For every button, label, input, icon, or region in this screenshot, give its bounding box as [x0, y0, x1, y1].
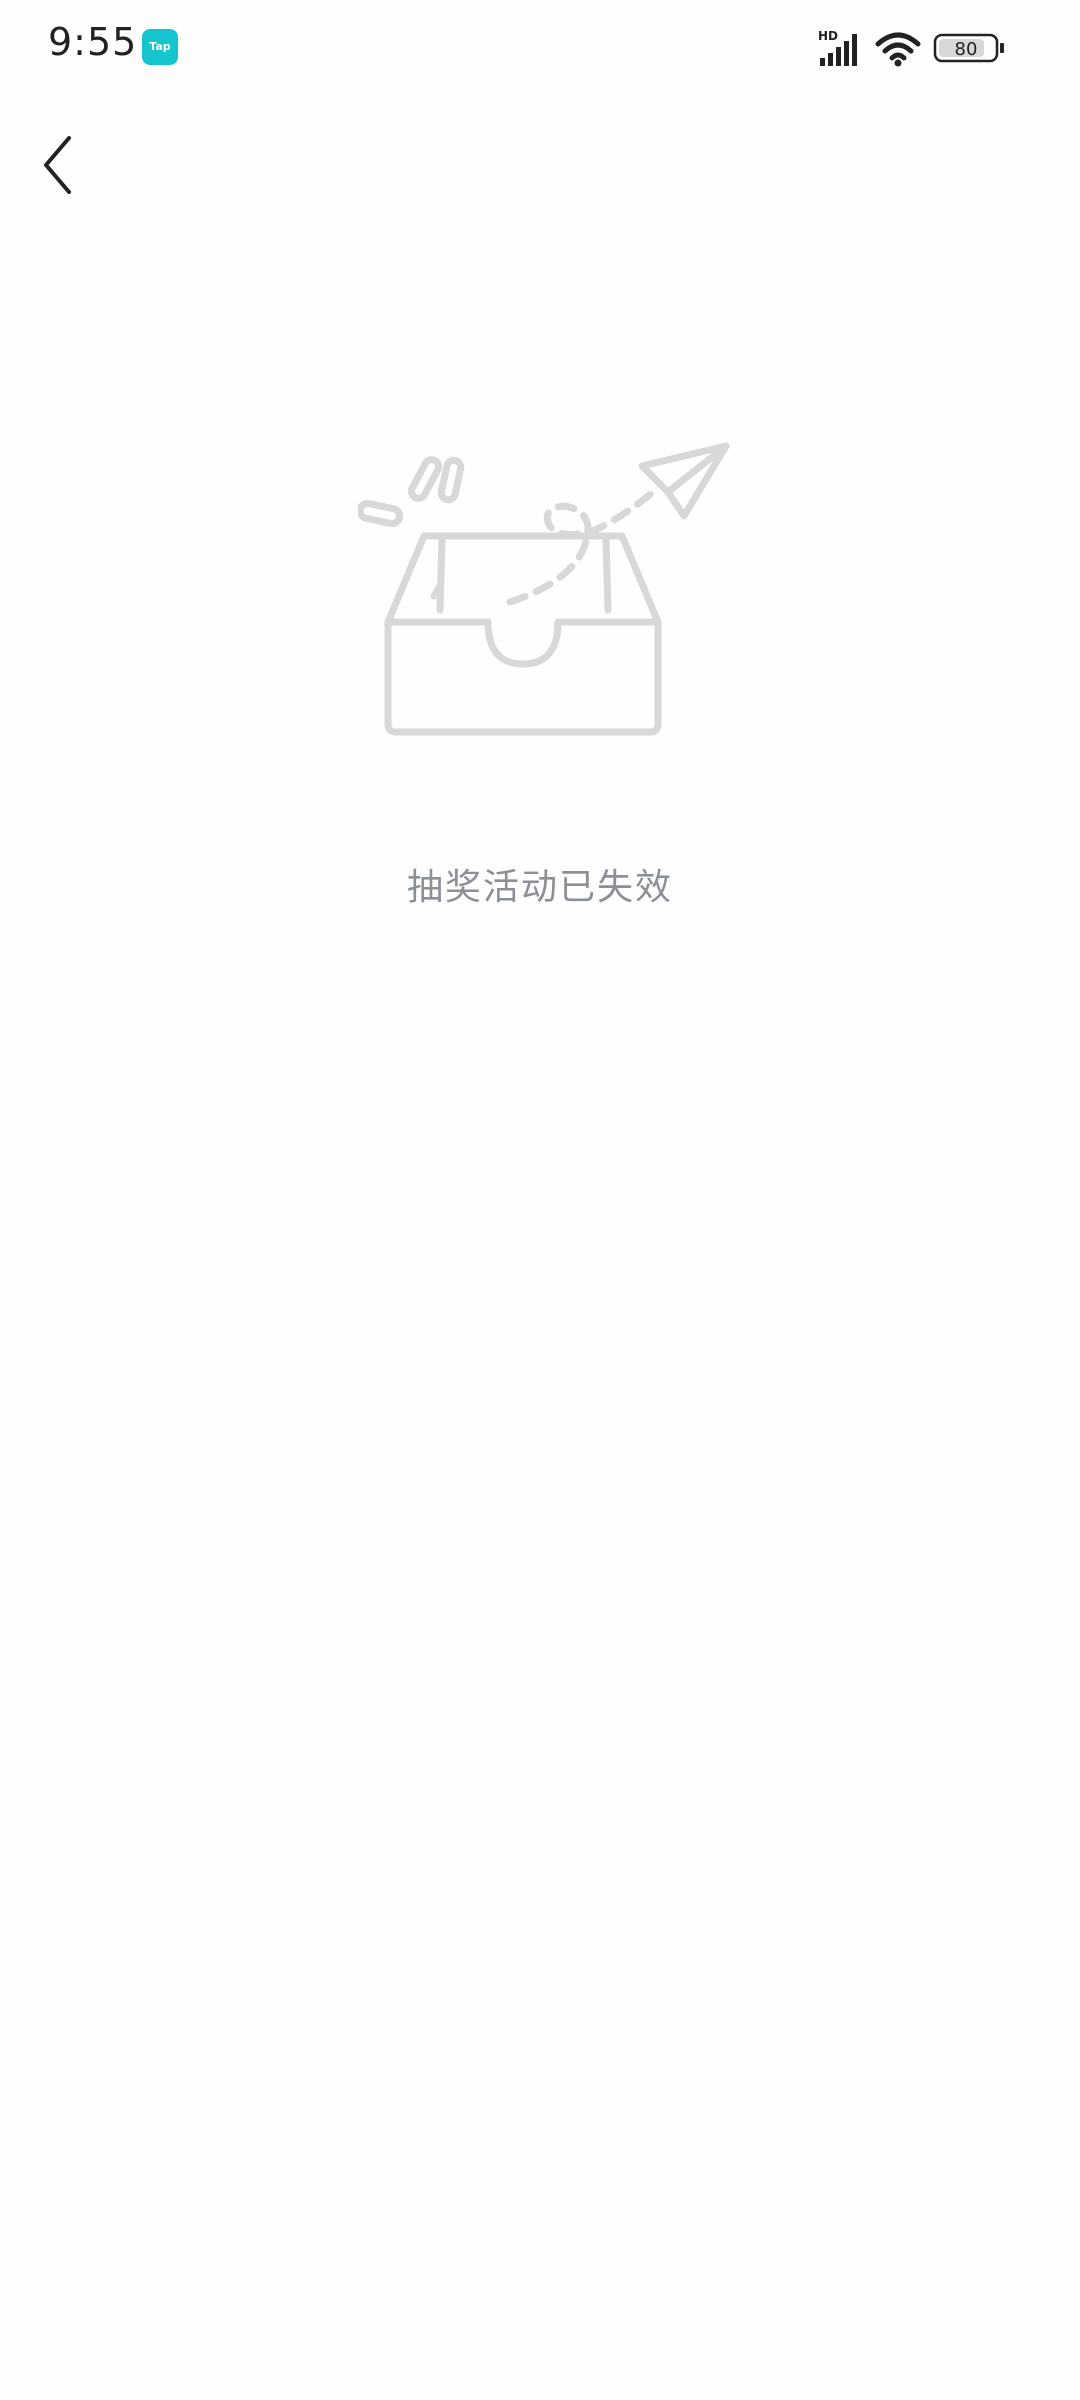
back-button[interactable] [30, 128, 90, 202]
wifi-icon [875, 32, 921, 67]
battery-level: 80 [955, 39, 978, 60]
sparkle-mark [407, 456, 443, 502]
tap-app-badge-icon: Tap [142, 29, 178, 65]
empty-state-illustration [356, 436, 738, 736]
chevron-left-icon [44, 136, 71, 194]
empty-state-message: 抽奖活动已失效 [406, 867, 673, 908]
network-label: HD [818, 29, 838, 43]
sparkle-mark [356, 499, 404, 528]
battery-icon: 80 [933, 33, 1004, 63]
signal-icon: HD [818, 29, 857, 66]
status-icons: HD 80 [818, 28, 1018, 68]
status-bar: 9:55 Tap HD 80 [0, 0, 1080, 96]
status-time: 9:55 [48, 20, 138, 64]
sparkle-mark [437, 456, 465, 504]
